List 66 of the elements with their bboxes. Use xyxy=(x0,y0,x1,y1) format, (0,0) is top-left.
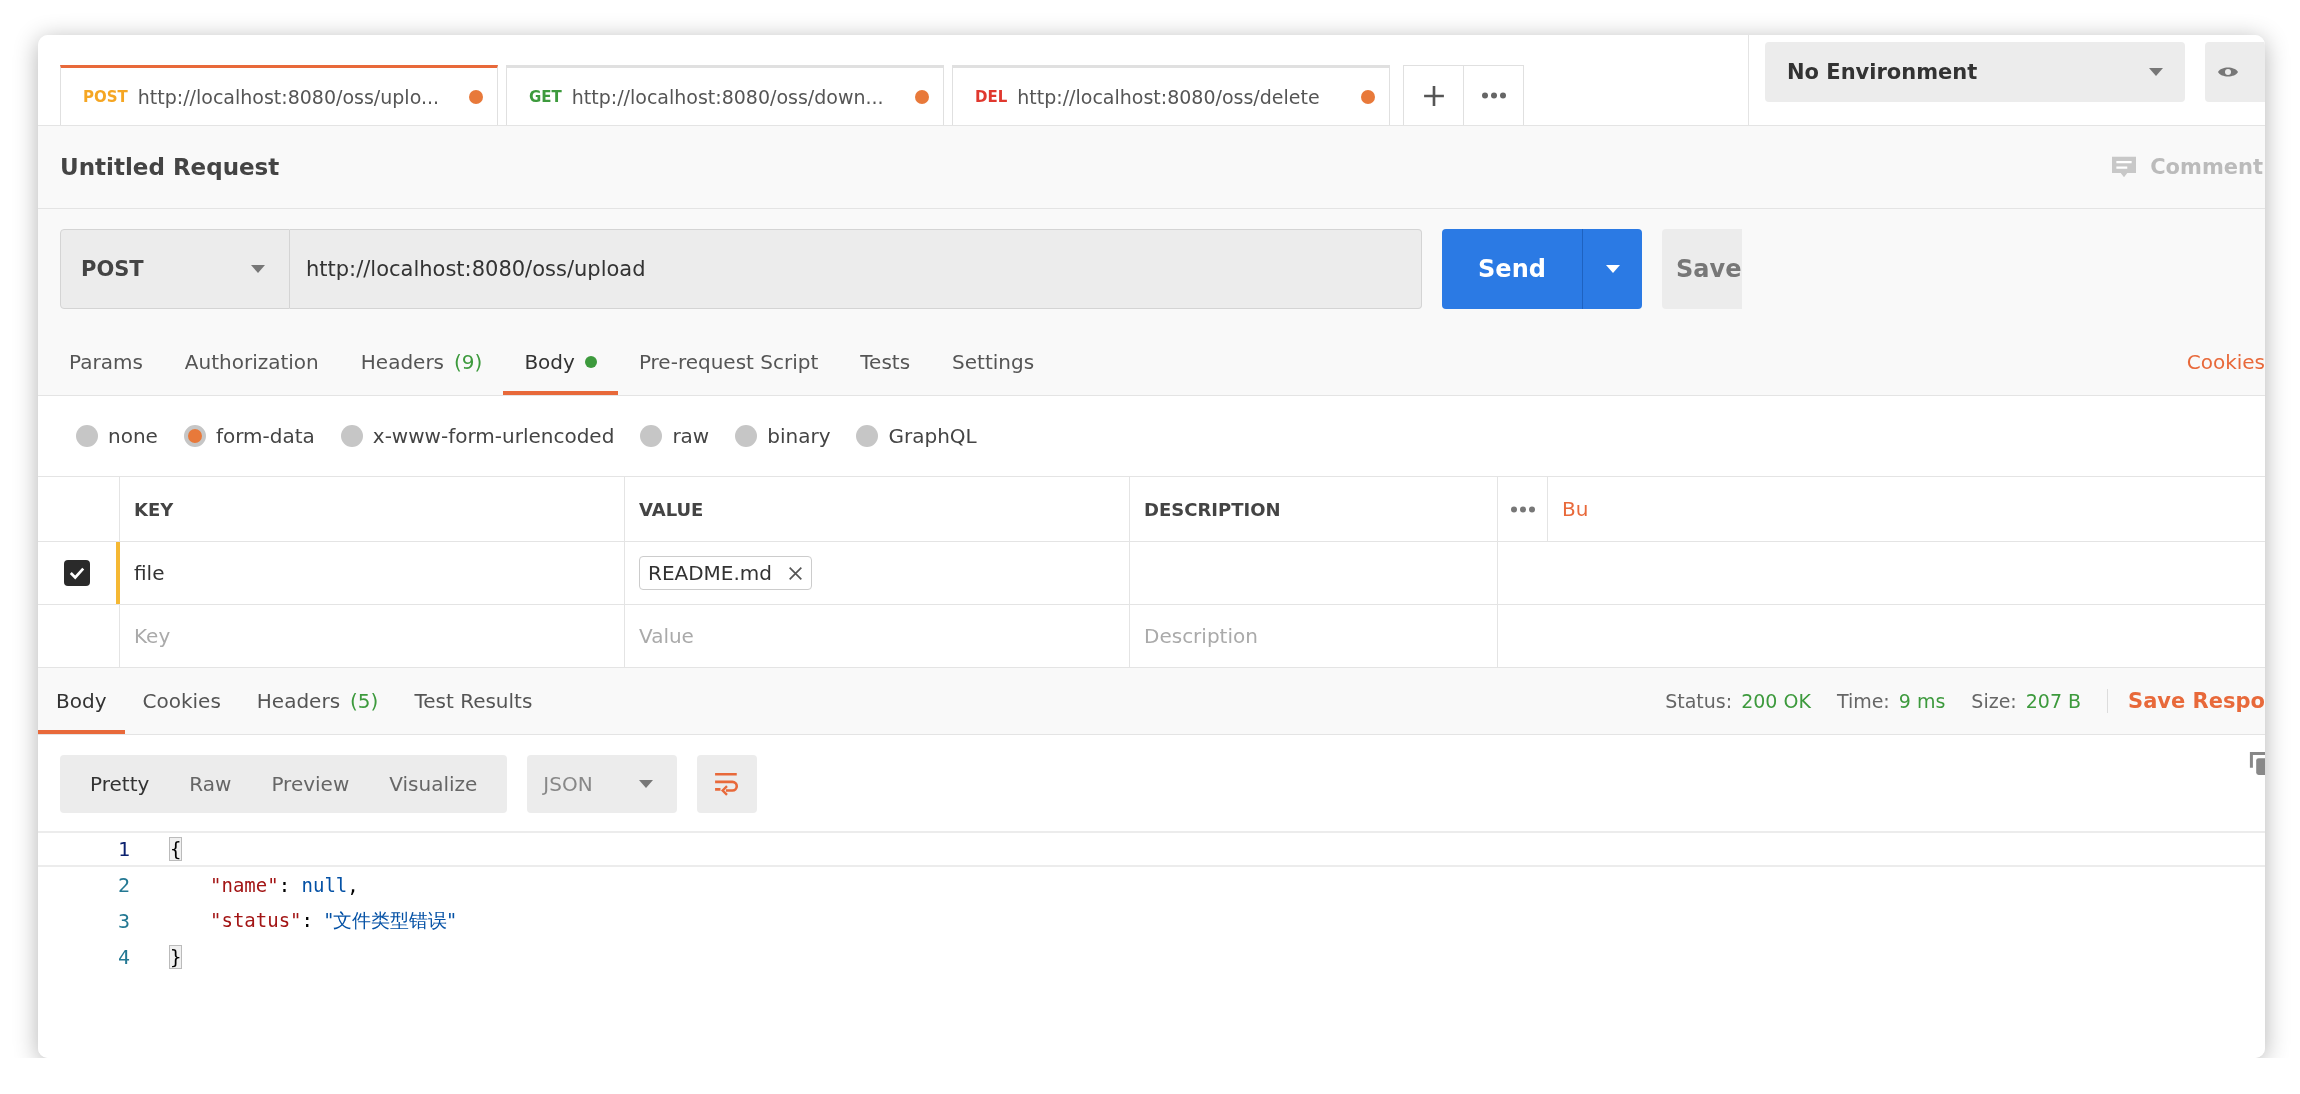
caret-icon xyxy=(1605,265,1620,273)
response-tab[interactable]: Cookies xyxy=(124,672,239,734)
column-header: DESCRIPTION xyxy=(1130,477,1498,541)
radio-button[interactable] xyxy=(76,425,98,447)
status-label: Status: xyxy=(1665,690,1733,712)
line-number: 2 xyxy=(116,873,130,897)
code-line: "name": null, xyxy=(209,874,359,896)
column-header: KEY xyxy=(120,477,625,541)
close-icon xyxy=(788,565,804,581)
radio-label[interactable]: form-data xyxy=(215,424,315,448)
request-section-tab[interactable]: Pre-request Script xyxy=(617,333,840,395)
send-button[interactable]: Send xyxy=(1442,229,1582,309)
checkmark-icon xyxy=(68,565,86,581)
view-mode-tab[interactable]: Visualize xyxy=(369,755,498,813)
radio-button[interactable] xyxy=(640,425,663,447)
checkbox[interactable] xyxy=(64,560,90,586)
environment-quick-look-button[interactable] xyxy=(2205,42,2265,102)
request-section-tab[interactable]: Settings xyxy=(931,333,1056,395)
request-section-tab[interactable]: Headers (9) xyxy=(339,333,504,395)
status-value: 200 OK xyxy=(1741,690,1811,712)
radio-label[interactable]: GraphQL xyxy=(888,424,977,448)
radio-label[interactable]: none xyxy=(108,424,158,448)
file-chip[interactable]: README.md xyxy=(639,556,813,590)
line-number: 1 xyxy=(116,837,130,861)
caret-icon xyxy=(639,780,654,788)
radio-button[interactable] xyxy=(340,425,363,447)
wrap-lines-button[interactable] xyxy=(697,755,758,813)
method-dropdown[interactable]: POST xyxy=(60,229,290,309)
radio-button[interactable] xyxy=(856,425,879,447)
code-line: "status": "文件类型错误" xyxy=(209,908,456,933)
time-value: 9 ms xyxy=(1898,690,1946,712)
view-mode-tab[interactable]: Preview xyxy=(251,755,370,813)
request-section-tab[interactable]: Params xyxy=(48,333,164,395)
save-button[interactable]: Save xyxy=(1662,229,1742,309)
radio-label[interactable]: raw xyxy=(672,424,710,448)
caret-icon xyxy=(2149,68,2163,76)
request-section-tab[interactable]: Authorization xyxy=(163,333,340,395)
line-number: 4 xyxy=(116,945,130,969)
line-number: 3 xyxy=(116,909,130,933)
time-label: Time: xyxy=(1836,690,1890,712)
size-label: Size: xyxy=(1971,690,2017,712)
radio-button[interactable] xyxy=(183,425,206,447)
key-field[interactable]: file xyxy=(134,561,165,585)
content-dot xyxy=(584,356,597,368)
request-tab[interactable]: GET http://localhost:8080/oss/down... xyxy=(506,65,944,125)
environment-dropdown[interactable]: No Environment xyxy=(1765,42,2185,102)
column-header: VALUE xyxy=(625,477,1130,541)
plus-icon xyxy=(1422,84,1445,107)
response-tab[interactable]: Headers (5) xyxy=(238,672,397,734)
request-section-tab[interactable]: Tests xyxy=(839,333,932,395)
response-tab[interactable]: Test Results xyxy=(396,672,551,734)
comment-icon xyxy=(2112,156,2137,178)
caret-icon xyxy=(251,265,265,273)
more-icon xyxy=(1510,505,1535,513)
radio-button[interactable] xyxy=(735,425,758,447)
view-mode-tab[interactable]: Raw xyxy=(169,755,252,813)
more-icon xyxy=(1481,92,1506,99)
request-tab[interactable]: DEL http://localhost:8080/oss/delete xyxy=(952,65,1390,125)
request-title: Untitled Request xyxy=(60,154,280,180)
wrap-icon xyxy=(714,771,741,797)
request-tab[interactable]: POST http://localhost:8080/oss/uplo... xyxy=(60,65,498,125)
radio-label[interactable]: x-www-form-urlencoded xyxy=(372,424,615,448)
url-field[interactable]: http://localhost:8080/oss/upload xyxy=(290,229,1422,309)
view-mode-tab[interactable]: Pretty xyxy=(70,755,170,813)
radio-label[interactable]: binary xyxy=(767,424,831,448)
size-value: 207 B xyxy=(2025,690,2082,712)
